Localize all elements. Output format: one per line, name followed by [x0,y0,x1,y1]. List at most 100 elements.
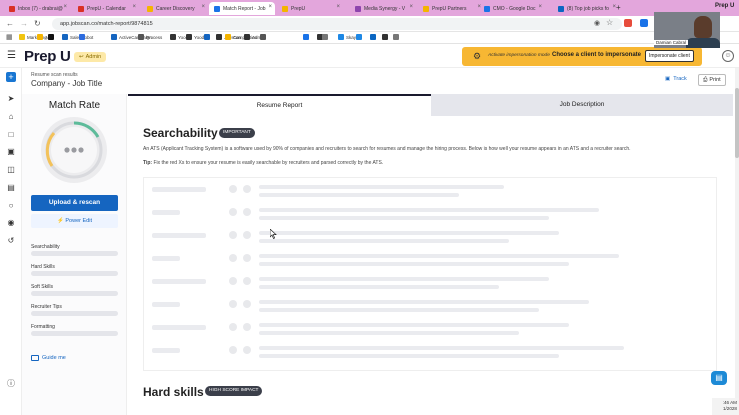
skeleton-status-icon [229,185,237,193]
browser-tab[interactable]: PrepU Partners × [418,2,484,15]
apps-grid-icon[interactable]: ▦ [6,33,13,41]
skeleton-line [259,216,549,220]
bookmark-favicon-icon [37,34,43,40]
tab-close-icon[interactable]: × [268,4,272,10]
category-progress-bar [31,291,118,296]
megaphone-icon[interactable]: ➤ [6,94,16,104]
category-label[interactable]: Formatting [31,324,55,330]
forward-icon[interactable]: → [20,19,28,28]
admin-badge[interactable]: ↩ Admin [74,52,107,62]
bookmark-item[interactable] [48,34,54,40]
tab-label: PrepU - Calendar [87,5,126,12]
browser-tab[interactable]: (8) Top job picks fo × [553,2,619,15]
guide-me-link[interactable]: Guide me [31,355,66,361]
url-input[interactable]: app.jobscan.co/match-report/9874815 [52,18,622,30]
hamburger-menu-icon[interactable]: ☰ [7,51,16,61]
bookmark-item[interactable] [322,34,328,40]
print-button[interactable]: ⎙ Print [698,74,726,86]
bookmark-favicon-icon [48,34,54,40]
history-icon[interactable]: ↺ [6,236,16,246]
chat-widget-button[interactable]: ▤ [711,371,727,385]
bookmark-label: Process [146,34,163,40]
skeleton-label [152,187,206,192]
skeleton-label [152,210,180,215]
page-scrollbar[interactable] [735,68,739,415]
bookmark-item[interactable] [393,34,399,40]
breadcrumb[interactable]: Resume scan results [31,72,78,78]
bookmark-item[interactable] [356,34,362,40]
impersonate-user-icon: ⚙ [473,51,482,61]
bookmark-favicon-icon [79,34,85,40]
tab-close-icon[interactable]: × [201,4,205,10]
browser-tab[interactable]: CMO - Google Doc × [479,2,545,15]
tab-favicon-icon [214,5,220,12]
app-logo[interactable]: Prep U [24,48,71,65]
reload-icon[interactable]: ↻ [34,19,41,28]
section-title-searchability: Searchability [143,126,218,140]
back-icon[interactable]: ← [6,19,14,28]
bulb-icon[interactable]: ○ [6,201,16,211]
bookmark-item[interactable]: Process [138,34,162,40]
bookmark-item[interactable] [260,34,266,40]
tab-label: Media Synergy - V [364,5,406,12]
tab-close-icon[interactable]: × [132,4,136,10]
tab-resume-report[interactable]: Resume Report [128,94,431,116]
bookmark-item[interactable] [204,34,210,40]
bookmark-item[interactable] [382,34,388,40]
skeleton-status-icon [229,277,237,285]
tab-close-icon[interactable]: × [63,4,67,10]
tab-label: (8) Top job picks fo [567,5,609,12]
searchability-table [143,177,717,371]
bookmark-favicon-icon [260,34,266,40]
document-icon[interactable]: ▤ [6,183,16,193]
category-label[interactable]: Hard Skills [31,264,55,270]
bookmark-icon[interactable]: □ [6,130,16,140]
tab-close-icon[interactable]: × [409,4,413,10]
new-tab-button[interactable]: + [616,3,621,12]
extension-icon[interactable] [624,19,632,27]
mouse-cursor [270,229,277,239]
skeleton-status-icon [229,254,237,262]
help-icon[interactable]: ⓘ [6,379,16,389]
home-icon[interactable]: ⌂ [6,112,16,122]
browser-tab[interactable]: Career Discovery × [142,2,208,15]
bookmark-item[interactable]: SalesRobot [62,34,93,40]
bookmark-star-icon[interactable]: ☆ [606,18,613,27]
scrollbar-thumb[interactable] [735,88,739,158]
skeleton-label [152,233,206,238]
skeleton-status-icon [229,346,237,354]
browser-tab[interactable]: Media Synergy - V × [350,2,416,15]
bookmark-item[interactable] [79,34,85,40]
briefcase-icon[interactable]: ◫ [6,165,16,175]
upload-rescan-button[interactable]: Upload & rescan [31,195,118,211]
bookmark-favicon-icon [370,34,376,40]
chat-icon[interactable]: ◉ [6,218,16,228]
track-button[interactable]: ▣ Track [665,76,687,82]
impersonate-client-button[interactable]: Impersonate client [645,50,694,62]
browser-tab[interactable]: PrepU × [277,2,343,15]
user-avatar-icon[interactable]: ☺ [722,50,734,62]
browser-tab[interactable]: Match Report - Job × [209,2,275,15]
power-edit-button[interactable]: ⚡ Power Edit [31,214,118,228]
category-label[interactable]: Searchability [31,244,60,250]
address-bar-row: ← → ↻ app.jobscan.co/match-report/987481… [0,16,739,32]
admin-badge-icon: ↩ [79,54,84,60]
tab-job-description[interactable]: Job Description [431,94,733,116]
browser-profile-label[interactable]: Prep U [715,3,734,9]
extension-icon-2[interactable] [640,19,648,27]
bookmark-item[interactable] [303,34,309,40]
category-label[interactable]: Recruiter Tips [31,304,62,310]
category-progress-bar [31,331,118,336]
category-label[interactable]: Soft Skills [31,284,53,290]
bookmark-favicon-icon [204,34,210,40]
location-icon[interactable]: ◉ [594,19,600,27]
browser-tab[interactable]: Inbox (7) - drabrai@ × [4,2,70,15]
skeleton-line [259,254,619,258]
linkedin-icon[interactable]: ▣ [6,147,16,157]
skeleton-label [152,302,180,307]
browser-tab[interactable]: PrepU - Calendar × [73,2,139,15]
tab-close-icon[interactable]: × [538,4,542,10]
bookmark-item[interactable] [370,34,376,40]
tab-close-icon[interactable]: × [336,4,340,10]
add-icon[interactable]: + [6,72,16,82]
